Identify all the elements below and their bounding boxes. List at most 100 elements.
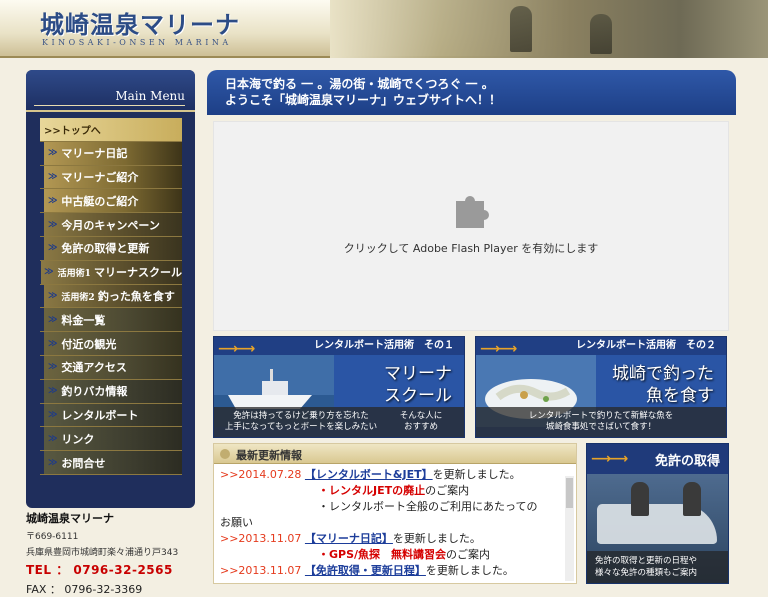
promo-headline-line: マリーナ: [384, 363, 452, 385]
sidebar-item-label: 釣りバカ情報: [61, 383, 127, 399]
promo-title: 免許の取得: [655, 450, 720, 469]
menu-bar: [40, 142, 44, 165]
arrow-right-icon: ⟶⟶: [591, 451, 625, 467]
promo-headline: マリーナ スクール: [384, 363, 452, 407]
promo-caption-line: 様々な免許の種類もご案内: [595, 567, 722, 579]
menu-bar: [40, 427, 44, 450]
news-panel: 最新更新情報 >>2014.07.28 【レンタルボート&JET】を更新しました…: [213, 443, 577, 584]
promo-headline-line: スクール: [384, 385, 452, 407]
header-figure: [590, 14, 612, 54]
sidebar-item-label: >>トップへ: [40, 122, 101, 137]
news-highlight-link[interactable]: ・レンタルJETの廃止: [318, 484, 425, 497]
sidebar-item-license[interactable]: ≫ 免許の取得と更新: [40, 237, 182, 261]
news-highlight-link[interactable]: ・GPS/魚探 無料講習会: [318, 548, 446, 561]
chevron-right-icon: ≫: [48, 410, 57, 420]
sidebar-item-contact[interactable]: ≫お問合せ: [40, 451, 182, 475]
news-subentry: ・レンタルJETの廃止のご案内: [220, 483, 556, 499]
news-text: を更新しました。: [393, 532, 481, 545]
news-subentry[interactable]: ・レンタルボート全般のご利用にあたっての: [220, 499, 556, 515]
sidebar-item-label: 交通アクセス: [61, 359, 126, 375]
promo-headline-line: 城崎で釣った: [612, 363, 714, 385]
sidebar-item-prices[interactable]: ≫料金一覧: [40, 308, 182, 332]
menu-bar: [40, 380, 44, 403]
news-scrollbar[interactable]: [565, 476, 574, 581]
sidebar-item-eat-fish[interactable]: ≫ 活用術2 釣った魚を食す: [40, 285, 182, 309]
scrollbar-thumb[interactable]: [566, 478, 573, 508]
menu-bar: [40, 332, 44, 355]
sidebar-item-label: 免許の取得と更新: [61, 240, 149, 256]
sidebar-item-used-boats[interactable]: ≫中古艇のご紹介: [40, 189, 182, 213]
contact-fax: FAX ： 0796-32-3369: [26, 581, 206, 597]
news-link[interactable]: 【レンタルボート&JET】: [305, 468, 433, 481]
chevron-right-icon: ≫: [44, 267, 53, 277]
site-header: 城崎温泉マリーナ KINOSAKI-ONSEN MARINA: [0, 0, 768, 58]
promo-caption-line: 城崎食事処でさばいて食す！: [476, 422, 726, 433]
menu-bar: [40, 285, 44, 308]
news-heading-label: 最新更新情報: [236, 447, 302, 463]
news-list: >>2014.07.28 【レンタルボート&JET】を更新しました。 ・レンタル…: [214, 464, 576, 579]
welcome-line-2: ようこそ「城崎温泉マリーナ」ウェブサイトへ！！: [225, 92, 736, 108]
menu-bar: [40, 237, 44, 260]
chevron-right-icon: ≫: [48, 196, 57, 206]
sidebar-item-main-label: 釣った魚を食す: [98, 290, 175, 303]
header-photo: [330, 0, 768, 58]
news-text: のご案内: [446, 548, 490, 561]
main-menu-heading-label: Main Menu: [115, 89, 185, 103]
menu-bar: [40, 166, 44, 189]
sidebar-item-marina-intro[interactable]: ≫マリーナご紹介: [40, 166, 182, 190]
promo-caption-line: おすすめ: [404, 422, 438, 432]
sidebar-item-marina-diary[interactable]: ≫ マリーナ日記: [40, 142, 182, 166]
news-link[interactable]: 【マリーナ日記】: [305, 532, 393, 545]
sidebar-item-links[interactable]: ≫リンク: [40, 427, 182, 451]
contact-tel[interactable]: TEL ： 0796-32-2565: [26, 561, 206, 578]
news-heading: 最新更新情報: [214, 444, 576, 464]
sidebar-item-top[interactable]: >>トップへ: [40, 118, 182, 142]
promo-license[interactable]: ⟶⟶ 免許の取得 免許の取得と更新の日程や 様々な免許の種類もご案内: [586, 443, 729, 584]
sidebar-item-marina-school[interactable]: ≫ 活用術1 マリーナスクール: [40, 261, 182, 285]
sidebar-item-campaign[interactable]: ≫今月のキャンペーン: [40, 213, 182, 237]
news-link[interactable]: 【免許取得・更新日程】: [305, 564, 426, 577]
sidebar-item-label: 活用術2 釣った魚を食す: [61, 288, 174, 304]
promo-eat-fish[interactable]: ⟶⟶ レンタルボート活用術 その２ 城崎で釣った 魚を食す レンタルボートで釣り…: [475, 336, 727, 438]
promo-caption-line: 上手になってもっとボートを楽しみたい: [225, 422, 377, 432]
chevron-right-icon: ≫: [48, 243, 57, 253]
sidebar-item-label: レンタルボート: [61, 407, 138, 423]
sidebar-item-access[interactable]: ≫交通アクセス: [40, 356, 182, 380]
chevron-right-icon: ≫: [48, 291, 57, 301]
contact-name: 城崎温泉マリーナ: [26, 510, 206, 526]
chevron-right-icon: ≫: [48, 148, 57, 158]
sidebar-item-label: マリーナご紹介: [61, 169, 138, 185]
sidebar-item-main-label: マリーナスクール: [94, 266, 182, 279]
site-logo-title[interactable]: 城崎温泉マリーナ: [40, 5, 240, 40]
promo-headline-line: 魚を食す: [612, 385, 714, 407]
sidebar-item-fishing-info[interactable]: ≫ 釣りバカ情報: [40, 380, 182, 404]
news-entry: >>2013.11.07 【免許取得・更新日程】を更新しました。: [220, 563, 556, 579]
sidebar-item-rental-boat[interactable]: ≫ レンタルボート: [40, 404, 182, 428]
sidebar-item-label: 付近の観光: [61, 336, 116, 352]
welcome-line-1: 日本海で釣る 一 。湯の街・城崎でくつろぐ 一 。: [225, 76, 736, 92]
menu-bar: [40, 213, 44, 236]
person-figure: [631, 482, 649, 516]
news-entry: >>2013.11.07 【マリーナ日記】を更新しました。: [220, 531, 556, 547]
contact-zip: 〒669-6111: [26, 529, 206, 542]
sidebar-item-label: 活用術1 マリーナスクール: [58, 264, 182, 280]
sidebar-item-label: リンク: [61, 431, 94, 447]
menu-bar: [40, 404, 44, 427]
promo-caption-line: レンタルボートで釣りたて新鮮な魚を: [476, 411, 726, 422]
promo-caption-line: そんな人に: [400, 411, 443, 421]
sidebar-item-label: マリーナ日記: [61, 145, 127, 161]
promo-caption: レンタルボートで釣りたて新鮮な魚を 城崎食事処でさばいて食す！: [476, 407, 726, 437]
plugin-puzzle-icon: [452, 189, 492, 229]
news-date: >>2013.11.07: [220, 532, 301, 545]
contact-address: 兵庫県豊岡市城崎町楽々浦通り戸343: [26, 545, 206, 558]
chevron-right-icon: ≫: [48, 386, 57, 396]
person-figure: [683, 482, 701, 516]
sidebar-item-sightseeing[interactable]: ≫付近の観光: [40, 332, 182, 356]
promo-caption: 免許の取得と更新の日程や 様々な免許の種類もご案内: [587, 551, 728, 583]
flash-enable-message: クリックして Adobe Flash Player を有効にします: [214, 240, 728, 256]
flash-player-placeholder[interactable]: クリックして Adobe Flash Player を有効にします: [213, 121, 729, 331]
promo-marina-school[interactable]: ⟶⟶ レンタルボート活用術 その１ マリーナ スクール 免許は持ってるけど乗り方…: [213, 336, 465, 438]
promo-caption-line: 免許の取得と更新の日程や: [595, 555, 722, 567]
news-date: >>2013.11.07: [220, 564, 301, 577]
chevron-right-icon: ≫: [48, 220, 57, 230]
